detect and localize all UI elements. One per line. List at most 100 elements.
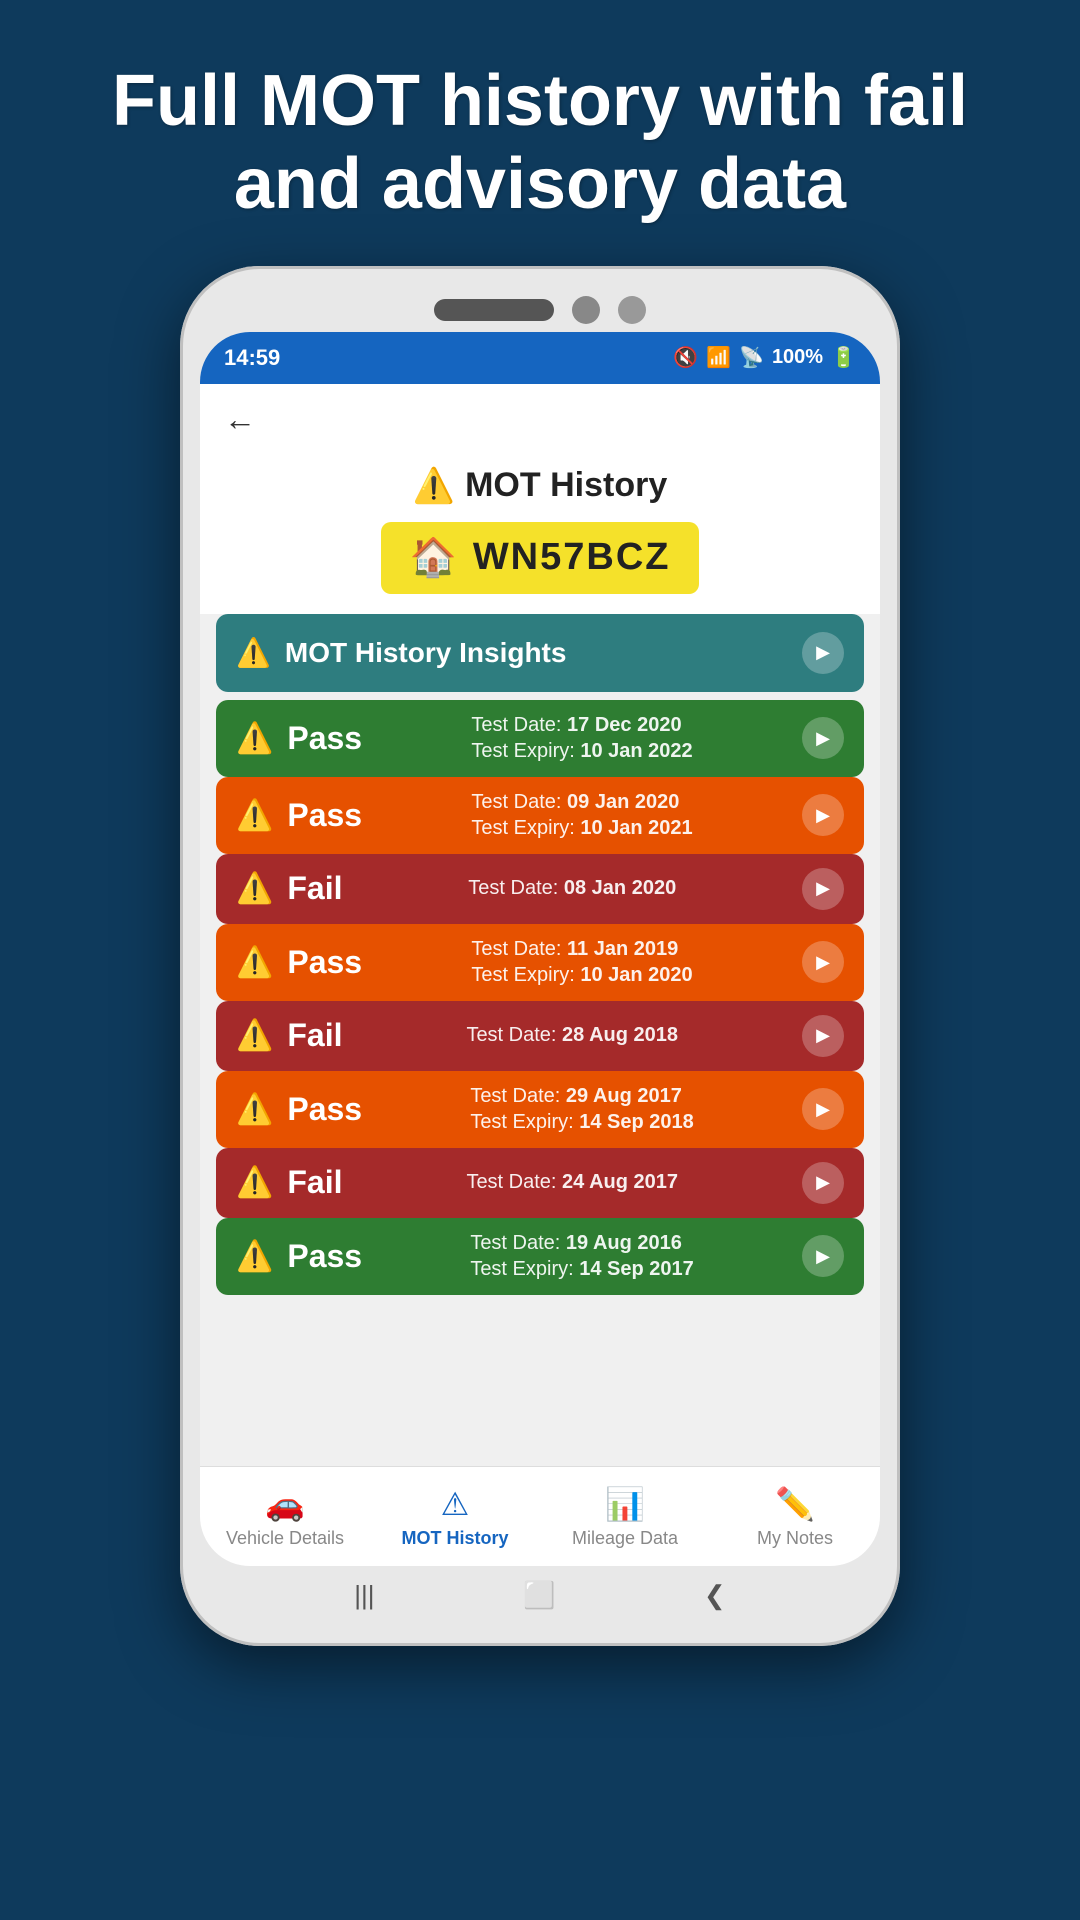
test-date-value: 08 Jan 2020	[564, 877, 676, 899]
page-title-text: MOT History	[465, 466, 667, 505]
mot-row[interactable]: ⚠️ Fail Test Date: 24 Aug 2017 ▶	[216, 1148, 864, 1218]
nav-item-mileage-data[interactable]: 📊 Mileage Data	[540, 1485, 710, 1549]
mot-row-play-btn[interactable]: ▶	[802, 717, 844, 759]
status-time: 14:59	[224, 345, 280, 371]
mot-row-left: ⚠️ Pass	[236, 797, 362, 834]
mot-hazard-icon: ⚠️	[236, 798, 273, 833]
mot-row-play-btn[interactable]: ▶	[802, 868, 844, 910]
mot-row-play-btn[interactable]: ▶	[802, 794, 844, 836]
mot-row[interactable]: ⚠️ Pass Test Date: 29 Aug 2017 Test Expi…	[216, 1071, 864, 1148]
mot-status: Fail	[287, 1017, 342, 1054]
mot-row-left: ⚠️ Pass	[236, 1238, 362, 1275]
insights-label: MOT History Insights	[285, 637, 567, 669]
test-date-value: 19 Aug 2016	[566, 1232, 682, 1254]
mot-status: Pass	[287, 720, 362, 757]
mot-hazard-icon: ⚠️	[236, 1239, 273, 1274]
mot-records: ⚠️ Pass Test Date: 17 Dec 2020 Test Expi…	[216, 700, 864, 1295]
insights-play-btn[interactable]: ▶	[802, 632, 844, 674]
expiry-date-value: 14 Sep 2017	[579, 1258, 694, 1280]
mot-row-play-btn[interactable]: ▶	[802, 1162, 844, 1204]
mot-row[interactable]: ⚠️ Fail Test Date: 08 Jan 2020 ▶	[216, 854, 864, 924]
nav-icon: ⚠	[441, 1485, 470, 1523]
test-date-value: 17 Dec 2020	[567, 714, 682, 736]
title-section: ⚠️ MOT History 🏠 WN57BCZ	[200, 456, 880, 614]
expiry-date-line: Test Expiry: 10 Jan 2021	[471, 817, 692, 840]
phone-bottom-bar: ||| ⬜ ❮	[200, 1566, 880, 1626]
test-date-line: Test Date: 17 Dec 2020	[471, 714, 692, 737]
expiry-date-value: 10 Jan 2021	[580, 817, 692, 839]
car-icon: 🏠	[409, 536, 458, 580]
mot-row-left: ⚠️ Pass	[236, 720, 362, 757]
status-bar: 14:59 🔇 📶 📡 100% 🔋	[200, 332, 880, 384]
phone-speaker	[434, 299, 554, 321]
test-date-value: 29 Aug 2017	[566, 1085, 682, 1107]
mot-row-left: ⚠️ Fail	[236, 1017, 342, 1054]
phone-nav-recents[interactable]: |||	[354, 1580, 374, 1611]
nav-item-my-notes[interactable]: ✏️ My Notes	[710, 1485, 880, 1549]
nav-icon: ✏️	[775, 1485, 815, 1523]
mot-hazard-icon: ⚠️	[236, 721, 273, 756]
mot-row[interactable]: ⚠️ Pass Test Date: 17 Dec 2020 Test Expi…	[216, 700, 864, 777]
mot-row-left: ⚠️ Fail	[236, 870, 342, 907]
mot-row-play-btn[interactable]: ▶	[802, 941, 844, 983]
nav-label: Vehicle Details	[226, 1528, 344, 1549]
nav-item-mot-history[interactable]: ⚠ MOT History	[370, 1485, 540, 1549]
expiry-date-line: Test Expiry: 10 Jan 2020	[471, 964, 692, 987]
insights-left: ⚠️ MOT History Insights	[236, 636, 566, 669]
status-battery: 100%	[772, 346, 823, 369]
page-title: ⚠️ MOT History	[413, 466, 667, 506]
back-button[interactable]: ←	[224, 401, 256, 438]
test-date-line: Test Date: 08 Jan 2020	[468, 877, 676, 900]
mot-row[interactable]: ⚠️ Fail Test Date: 28 Aug 2018 ▶	[216, 1001, 864, 1071]
mot-dates: Test Date: 09 Jan 2020 Test Expiry: 10 J…	[471, 791, 692, 840]
nav-label: Mileage Data	[572, 1528, 678, 1549]
mot-row-play-btn[interactable]: ▶	[802, 1235, 844, 1277]
mot-hazard-icon: ⚠️	[413, 466, 455, 506]
mot-dates: Test Date: 17 Dec 2020 Test Expiry: 10 J…	[471, 714, 692, 763]
expiry-date-value: 10 Jan 2020	[580, 964, 692, 986]
phone-nav-back[interactable]: ❮	[704, 1580, 726, 1611]
mot-row[interactable]: ⚠️ Pass Test Date: 11 Jan 2019 Test Expi…	[216, 924, 864, 1001]
bottom-nav-items: 🚗 Vehicle Details ⚠ MOT History 📊 Mileag…	[200, 1485, 880, 1549]
test-date-value: 24 Aug 2017	[562, 1171, 678, 1193]
test-date-line: Test Date: 11 Jan 2019	[471, 938, 692, 961]
status-icons: 🔇 📶 📡 100% 🔋	[673, 345, 856, 370]
phone-top-bar	[200, 286, 880, 332]
mot-hazard-icon: ⚠️	[236, 945, 273, 980]
app-header: ←	[200, 384, 880, 456]
mot-row-left: ⚠️ Fail	[236, 1164, 342, 1201]
mot-status: Fail	[287, 1164, 342, 1201]
mot-dates: Test Date: 28 Aug 2018	[466, 1024, 678, 1047]
status-signal-icon: 📡	[739, 345, 764, 370]
mot-dates: Test Date: 24 Aug 2017	[466, 1171, 678, 1194]
phone-nav-home[interactable]: ⬜	[523, 1580, 555, 1611]
mot-row-play-btn[interactable]: ▶	[802, 1088, 844, 1130]
mot-status: Fail	[287, 870, 342, 907]
plate-badge: 🏠 WN57BCZ	[381, 522, 698, 594]
expiry-date-line: Test Expiry: 14 Sep 2017	[470, 1258, 693, 1281]
mot-row-left: ⚠️ Pass	[236, 1091, 362, 1128]
mot-row[interactable]: ⚠️ Pass Test Date: 09 Jan 2020 Test Expi…	[216, 777, 864, 854]
mot-status: Pass	[287, 797, 362, 834]
plate-number: WN57BCZ	[473, 536, 671, 579]
nav-item-vehicle-details[interactable]: 🚗 Vehicle Details	[200, 1485, 370, 1549]
mot-hazard-icon: ⚠️	[236, 1018, 273, 1053]
mot-dates: Test Date: 08 Jan 2020	[468, 877, 676, 900]
test-date-value: 09 Jan 2020	[567, 791, 679, 813]
mot-dates: Test Date: 11 Jan 2019 Test Expiry: 10 J…	[471, 938, 692, 987]
bottom-nav: 🚗 Vehicle Details ⚠ MOT History 📊 Mileag…	[200, 1466, 880, 1566]
expiry-date-value: 14 Sep 2018	[579, 1111, 694, 1133]
mot-row[interactable]: ⚠️ Pass Test Date: 19 Aug 2016 Test Expi…	[216, 1218, 864, 1295]
mot-list-container[interactable]: ⚠️ MOT History Insights ▶ ⚠️ Pass Test D…	[200, 614, 880, 1466]
mot-row-play-btn[interactable]: ▶	[802, 1015, 844, 1057]
insights-banner[interactable]: ⚠️ MOT History Insights ▶	[216, 614, 864, 692]
status-mute-icon: 🔇	[673, 345, 698, 370]
test-date-line: Test Date: 24 Aug 2017	[466, 1171, 678, 1194]
nav-label: My Notes	[757, 1528, 833, 1549]
mot-status: Pass	[287, 1238, 362, 1275]
status-battery-icon: 🔋	[831, 345, 856, 370]
mot-hazard-icon: ⚠️	[236, 1165, 273, 1200]
mot-status: Pass	[287, 1091, 362, 1128]
mot-dates: Test Date: 29 Aug 2017 Test Expiry: 14 S…	[470, 1085, 693, 1134]
test-date-value: 11 Jan 2019	[567, 938, 678, 960]
